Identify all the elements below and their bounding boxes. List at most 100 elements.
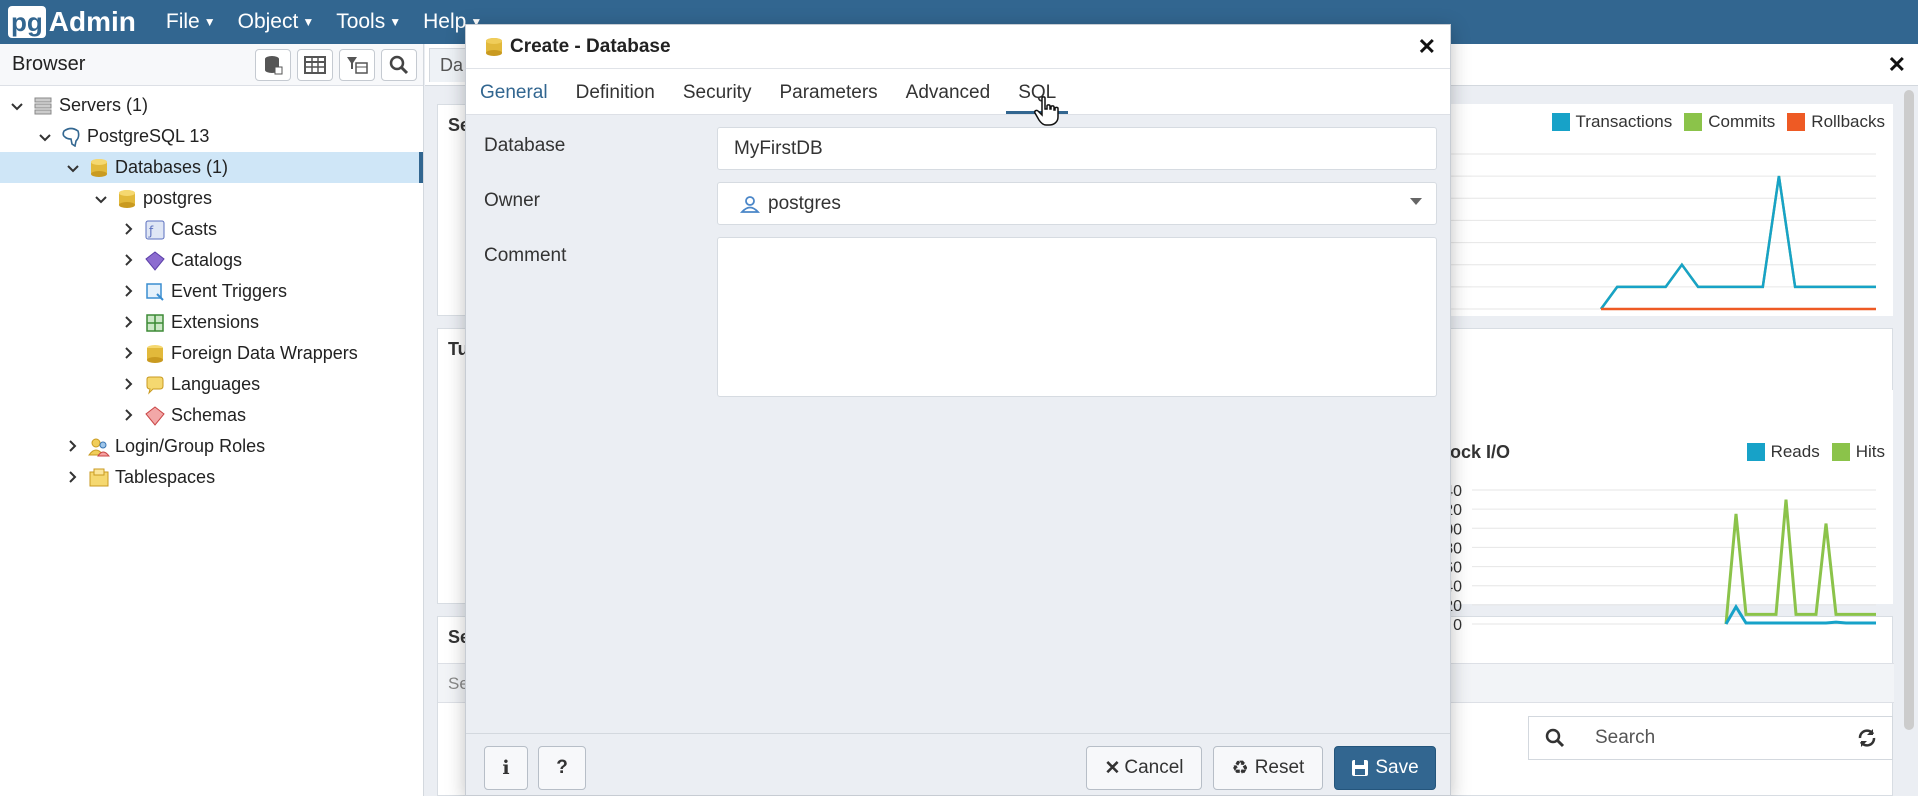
query-tool-button[interactable] <box>255 48 291 81</box>
owner-select[interactable]: postgres <box>717 182 1437 225</box>
tree-node[interactable]: Event Triggers <box>0 276 423 307</box>
pgadmin-logo: pg Admin <box>8 6 136 38</box>
info-icon: i <box>502 757 510 779</box>
chevron-down-icon: ▼ <box>389 15 402 29</box>
menu-object-label: Object <box>237 10 299 33</box>
chevron-down-icon[interactable] <box>92 191 110 207</box>
database-name-input[interactable] <box>717 127 1437 170</box>
fdw-icon <box>144 344 166 364</box>
tablespaces-icon <box>88 468 110 488</box>
chevron-down-icon[interactable] <box>8 98 26 114</box>
tree-node-label: PostgreSQL 13 <box>87 126 210 146</box>
database-label: Database <box>484 135 566 156</box>
tree-node[interactable]: Tablespaces <box>0 462 423 493</box>
tree-node-label: Login/Group Roles <box>115 436 266 456</box>
comment-textarea[interactable] <box>717 237 1437 397</box>
activity-search-input[interactable]: Search <box>1595 727 1856 749</box>
chevron-right-icon[interactable] <box>120 253 138 269</box>
help-button[interactable]: ? <box>538 746 586 790</box>
tree-node[interactable]: Schemas <box>0 400 423 431</box>
close-icon[interactable]: ✕ <box>1888 52 1906 78</box>
chevron-right-icon[interactable] <box>120 346 138 362</box>
tree-node[interactable]: Login/Group Roles <box>0 431 423 462</box>
chevron-right-icon[interactable] <box>64 470 82 486</box>
browser-title: Browser <box>12 53 86 75</box>
tab-parameters[interactable]: Parameters <box>779 82 877 114</box>
chevron-right-icon[interactable] <box>120 408 138 424</box>
owner-label: Owner <box>484 190 540 211</box>
tree-node-label: Extensions <box>171 312 260 332</box>
menu-tools[interactable]: Tools ▼ <box>336 10 401 34</box>
tree-node-label: Schemas <box>171 405 247 425</box>
logo-admin: Admin <box>48 6 136 37</box>
chevron-right-icon[interactable] <box>120 377 138 393</box>
chevron-down-icon: ▼ <box>203 15 216 29</box>
floppy-disk-icon <box>1352 760 1369 776</box>
search-icon <box>389 55 409 74</box>
transactions-chart-panel: Transactions Commits Rollbacks <box>1451 104 1893 316</box>
filter-rows-button[interactable] <box>339 48 375 81</box>
tab-security[interactable]: Security <box>683 82 752 114</box>
search-objects-button[interactable] <box>381 48 417 81</box>
schemas-icon <box>144 405 166 426</box>
chevron-right-icon[interactable] <box>64 439 82 455</box>
create-database-dialog: Create - Database ✕ General Definition S… <box>465 24 1451 796</box>
tab-definition[interactable]: Definition <box>576 82 655 114</box>
tree-node-label: Foreign Data Wrappers <box>171 343 358 363</box>
tree-node[interactable]: ƒ Casts <box>0 214 423 245</box>
tree-node[interactable]: PostgreSQL 13 <box>0 121 423 152</box>
chevron-down-icon[interactable] <box>64 160 82 176</box>
tree-node[interactable]: Catalogs <box>0 245 423 276</box>
database-query-icon <box>265 55 283 74</box>
tree-node[interactable]: Foreign Data Wrappers <box>0 338 423 369</box>
browser-panel: Browser Servers (1) PostgreSQL 13 Database… <box>0 44 424 796</box>
browser-header: Browser <box>0 44 423 86</box>
chevron-right-icon[interactable] <box>120 222 138 238</box>
tab-general[interactable]: General <box>480 82 548 114</box>
dialog-title: Create - Database <box>510 35 671 57</box>
recycle-icon: ♻ <box>1231 757 1249 779</box>
tree-node[interactable]: Servers (1) <box>0 90 423 121</box>
tree-node[interactable]: Databases (1) <box>0 152 423 183</box>
tree-node-label: postgres <box>143 188 213 208</box>
servers-icon <box>32 96 54 116</box>
menu-file[interactable]: File ▼ <box>166 10 216 34</box>
tree-node[interactable]: Extensions <box>0 307 423 338</box>
cancel-button[interactable]: ✕ Cancel <box>1086 746 1202 790</box>
tree-node[interactable]: postgres <box>0 183 423 214</box>
dialog-tabs: General Definition Security Parameters A… <box>466 69 1450 115</box>
tree-node[interactable]: Languages <box>0 369 423 400</box>
tab-dashboard-label: Da <box>440 54 464 75</box>
tree-node-label: Tablespaces <box>115 467 216 487</box>
tree-node-label: Languages <box>171 374 261 394</box>
filter-table-icon <box>347 56 368 74</box>
menu-tools-label: Tools <box>336 10 386 33</box>
user-icon <box>740 195 760 213</box>
view-data-button[interactable] <box>297 48 333 81</box>
owner-value: postgres <box>768 192 841 214</box>
save-button[interactable]: Save <box>1334 746 1436 790</box>
refresh-icon[interactable] <box>1856 727 1878 749</box>
y-tick-label: 0 <box>1453 617 1462 634</box>
reset-label: Reset <box>1254 757 1305 778</box>
logo-pg: pg <box>8 6 46 38</box>
info-button[interactable]: i <box>484 746 528 790</box>
owner-row: Owner postgres <box>478 182 1438 225</box>
reset-button[interactable]: ♻ Reset <box>1213 746 1323 790</box>
chevron-right-icon[interactable] <box>120 315 138 331</box>
block-io-chart: 020406080100120140 <box>1435 483 1876 634</box>
dialog-footer: i ? ✕ Cancel ♻ Reset Save <box>466 733 1450 795</box>
tab-advanced[interactable]: Advanced <box>906 82 991 114</box>
main-scrollbar[interactable] <box>1904 90 1914 730</box>
chevron-down-icon[interactable] <box>36 129 54 145</box>
database-icon <box>486 37 502 56</box>
comment-row: Comment <box>478 237 1438 397</box>
close-icon[interactable]: ✕ <box>1418 34 1436 60</box>
activity-search: Search <box>1528 716 1893 760</box>
menu-object[interactable]: Object ▼ <box>238 10 315 34</box>
chevron-right-icon[interactable] <box>120 284 138 300</box>
hand-cursor-icon <box>1034 96 1059 126</box>
databases-icon <box>88 158 110 178</box>
help-icon: ? <box>556 757 568 778</box>
tree-node-label: Casts <box>171 219 218 239</box>
